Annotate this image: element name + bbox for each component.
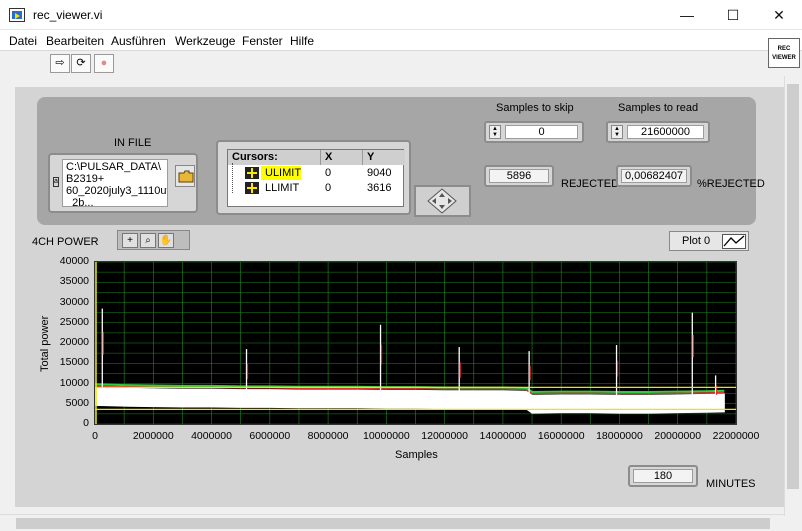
rejected-label: REJECTED	[561, 178, 620, 190]
plot-area[interactable]	[94, 261, 737, 425]
legend-plot-name: Plot 0	[682, 235, 711, 247]
x-tick-label: 22000000	[712, 430, 760, 442]
percent-rejected-value: 0,00682407	[621, 169, 687, 183]
cursor-header-x: X	[321, 150, 363, 165]
cursor-row-llimit-x: 0	[325, 182, 332, 194]
y-tick-label: 40000	[59, 255, 89, 267]
samples-to-skip-spinner-icon[interactable]: ▲ ▼	[489, 125, 501, 139]
llimit-cursor-icon[interactable]	[245, 182, 259, 194]
folder-icon	[178, 170, 194, 183]
minimize-button[interactable]: —	[664, 0, 710, 30]
cursor-row-ulimit-x: 0	[325, 167, 332, 179]
vi-icon-text-2: VIEWER	[772, 55, 796, 61]
cursor-row-llimit-y: 3616	[367, 182, 392, 194]
samples-to-read-label: Samples to read	[618, 102, 699, 114]
plot-svg	[94, 261, 737, 425]
menu-datei[interactable]: Datei	[9, 34, 37, 48]
menu-hilfe[interactable]: Hilfe	[290, 34, 314, 48]
cursor-tool-icon[interactable]: +	[122, 233, 138, 248]
in-file-path-control[interactable]: a C:\PULSAR_DATA\ B2319+ 60_2020july3_11…	[48, 153, 198, 213]
toolbar: ⇨ ⟳ ●	[0, 52, 768, 76]
vertical-scroll-thumb[interactable]	[787, 84, 799, 489]
menu-bearbeiten[interactable]: Bearbeiten	[46, 34, 104, 48]
samples-to-skip-control: ▲ ▼ 0	[484, 121, 584, 143]
tree-line	[232, 163, 233, 193]
zoom-tool-icon[interactable]: ⌕	[140, 233, 156, 248]
samples-to-read-input[interactable]: 21600000	[627, 125, 704, 139]
window-title: rec_viewer.vi	[33, 8, 103, 22]
y-tick-label: 5000	[65, 396, 89, 409]
percent-rejected-indicator: 0,00682407	[616, 165, 692, 187]
samples-to-skip-label: Samples to skip	[496, 102, 574, 114]
title-bar: rec_viewer.vi — ☐ ✕	[0, 0, 802, 30]
path-line-1: C:\PULSAR_DATA\	[66, 161, 161, 173]
browse-folder-button[interactable]	[175, 165, 195, 187]
menu-werkzeuge[interactable]: Werkzeuge	[175, 34, 235, 48]
maximize-button[interactable]: ☐	[710, 0, 756, 30]
samples-to-read-spinner-icon[interactable]: ▲ ▼	[611, 125, 623, 139]
cursor-row-ulimit-name[interactable]: ULIMIT	[261, 166, 302, 180]
y-tick-label: 25000	[59, 315, 89, 328]
cursor-header-y: Y	[363, 150, 405, 165]
labview-app-icon	[9, 8, 25, 22]
vi-icon: REC VIEWER	[768, 38, 800, 68]
cursor-move-button[interactable]	[414, 185, 471, 217]
menu-bar: Datei Bearbeiten Ausführen Werkzeuge Fen…	[0, 30, 802, 51]
run-icon[interactable]: ⇨	[50, 54, 70, 73]
legend-line-icon	[722, 234, 746, 249]
rejected-value: 5896	[489, 169, 549, 183]
pan-hand-icon[interactable]: ✋	[158, 233, 174, 248]
samples-to-skip-input[interactable]: 0	[505, 125, 578, 139]
x-axis-title: Samples	[395, 449, 438, 461]
y-tick-label: 20000	[59, 336, 89, 348]
minutes-label: MINUTES	[706, 478, 756, 490]
path-line-2: B2319+	[66, 173, 105, 185]
horizontal-scrollbar[interactable]	[0, 514, 784, 531]
percent-rejected-label: %REJECTED	[697, 178, 765, 190]
in-file-label: IN FILE	[114, 137, 152, 149]
abort-icon[interactable]: ●	[94, 54, 114, 73]
rejected-indicator: 5896	[484, 165, 554, 187]
in-file-path-field[interactable]: C:\PULSAR_DATA\ B2319+ 60_2020july3_1110…	[62, 159, 168, 207]
cursor-legend: Cursors: X Y ULIMIT 0 9040 LLIMIT 0 3616	[216, 140, 411, 215]
menu-fenster[interactable]: Fenster	[242, 34, 283, 48]
path-line-3: 60_2020july3_1110ut	[66, 185, 168, 197]
y-tick-label: 15000	[59, 356, 89, 369]
graph-label: 4CH POWER	[32, 236, 99, 248]
cursor-header-name: Cursors:	[228, 150, 321, 165]
path-glyph-icon: a	[53, 177, 59, 187]
plot-legend[interactable]: Plot 0	[669, 231, 749, 251]
ulimit-cursor-icon[interactable]	[245, 167, 259, 179]
cursor-row-ulimit-y: 9040	[367, 167, 392, 179]
cursor-move-diamond-icon	[427, 188, 457, 214]
minutes-value: 180	[633, 469, 693, 483]
cursor-row-llimit-name[interactable]: LLIMIT	[261, 181, 299, 195]
graph-palette: + ⌕ ✋	[117, 230, 190, 250]
y-tick-label: 0	[83, 417, 89, 429]
vertical-scrollbar[interactable]	[784, 76, 801, 516]
y-axis-title: Total power	[39, 315, 51, 372]
close-button[interactable]: ✕	[756, 0, 802, 30]
horizontal-scroll-thumb[interactable]	[16, 518, 770, 529]
samples-to-read-control: ▲ ▼ 21600000	[606, 121, 710, 143]
minutes-indicator: 180	[628, 465, 698, 487]
menu-ausfuehren[interactable]: Ausführen	[111, 34, 166, 48]
y-tick-label: 30000	[59, 295, 89, 308]
vi-icon-text-1: REC	[777, 46, 791, 52]
path-line-4: _2b...	[66, 197, 94, 207]
run-continuously-icon[interactable]: ⟳	[71, 54, 91, 73]
y-tick-label: 10000	[59, 376, 89, 389]
cursor-table: Cursors: X Y ULIMIT 0 9040 LLIMIT 0 3616	[227, 149, 405, 207]
y-tick-label: 35000	[59, 275, 89, 288]
